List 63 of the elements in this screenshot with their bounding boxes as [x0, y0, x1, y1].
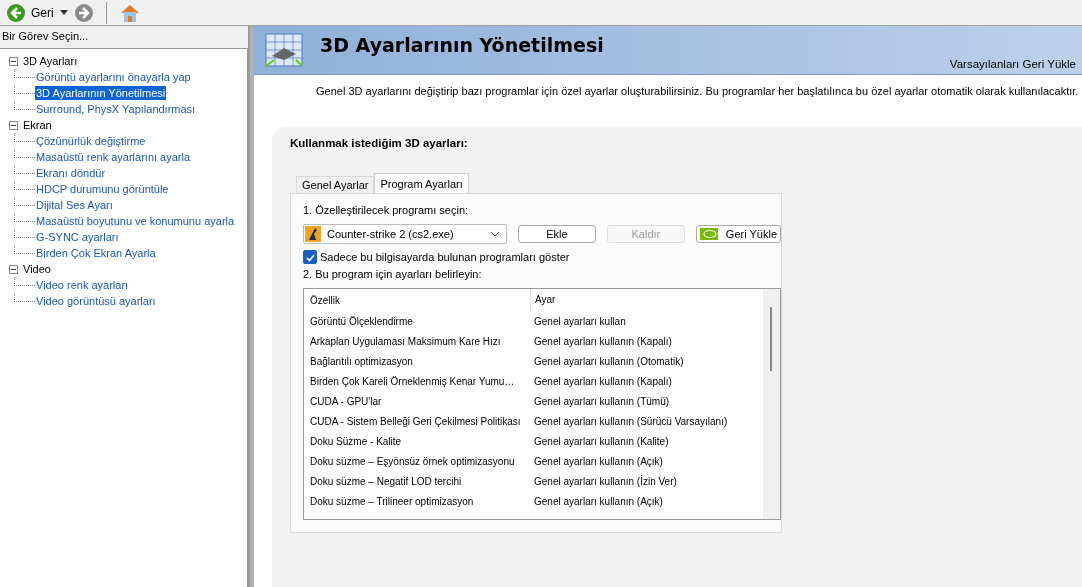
- table-cell[interactable]: Genel ayarları kullanın (Kalite): [530, 435, 669, 447]
- collapse-icon[interactable]: [9, 264, 18, 274]
- table-cell[interactable]: Genel ayarları kullanın (Sürücü Varsayılanı): [530, 415, 728, 427]
- tree-item[interactable]: Ekranı döndür: [35, 166, 107, 180]
- table-cell[interactable]: Bağlantılı optimizasyon: [304, 355, 530, 367]
- action-button[interactable]: Geri Yükle: [695, 225, 781, 243]
- step-label: 2. Bu program için ayarları belirleyin:: [303, 268, 483, 282]
- tree-item[interactable]: Dijital Ses Ayarı: [35, 198, 114, 212]
- table-cell[interactable]: Doku süzme – Negatif LOD tercihi: [304, 475, 530, 487]
- logo-icon: [699, 228, 718, 240]
- table-cell[interactable]: Arkaplan Uygulaması Maksimum Kare Hızı: [304, 335, 530, 347]
- table-cell[interactable]: CUDA - GPU'lar: [304, 395, 530, 407]
- action-button[interactable]: Ekle: [517, 225, 596, 243]
- table-cell[interactable]: Doku süzme – Eşyönsüz örnek optimizasyonu: [304, 455, 530, 467]
- caret-icon[interactable]: [59, 10, 68, 15]
- tree-item[interactable]: Video görüntüsü ayarları: [35, 294, 157, 308]
- checkbox-label[interactable]: Sadece bu bilgisayarda bulunan programları göster: [320, 251, 570, 263]
- table-cell[interactable]: Genel ayarları kullanın (Otomatik): [530, 355, 684, 367]
- tree-item[interactable]: Çözünürlük değiştirme: [35, 134, 147, 148]
- description-text: Genel 3D ayarlarını değiştirip bazı programlar için özel ayarlar oluşturabilirsiniz. Bu programlar her başlatılınca bu özel ayarlar otomatik olarak kullanılacaktır.: [315, 84, 1080, 99]
- panel-title: Kullanmak istediğim 3D ayarları:: [290, 137, 469, 151]
- game-icon: [305, 226, 321, 242]
- forward-icon[interactable]: [73, 2, 94, 23]
- sidebar-title: Bir Görev Seçin...: [1, 29, 90, 44]
- tree-category[interactable]: Video: [23, 263, 51, 275]
- table-cell[interactable]: Görüntü Ölçeklendirme: [304, 315, 530, 327]
- table-cell[interactable]: Genel ayarları kullanın (Açık): [530, 495, 663, 507]
- table-cell[interactable]: CUDA - Sistem Belleği Geri Çekilmesi Politikası: [304, 415, 530, 427]
- column-header[interactable]: Ayar: [530, 289, 556, 311]
- restore-defaults-link[interactable]: Varsayılanları Geri Yükle: [949, 58, 1076, 70]
- cube-icon: [262, 30, 306, 70]
- table-cell[interactable]: Birden Çok Kareli Örneklenmiş Kenar Yumu…: [304, 375, 530, 387]
- tree-item[interactable]: Masaüstü boyutunu ve konumunu ayarla: [35, 214, 236, 228]
- tree-item[interactable]: G-SYNC ayarları: [35, 230, 120, 244]
- table-cell[interactable]: Genel ayarları kullanın (Açık): [530, 455, 663, 467]
- tree-item[interactable]: Video renk ayarları: [35, 278, 130, 292]
- table-cell[interactable]: Genel ayarları kullanın (İzin Ver): [530, 475, 677, 487]
- tree-item[interactable]: HDCP durumunu görüntüle: [35, 182, 170, 196]
- step-label: 1. Özelleştirilecek programı seçin:: [303, 204, 470, 218]
- chevron-icon: [489, 231, 500, 237]
- collapse-icon[interactable]: [9, 56, 18, 66]
- tree-item[interactable]: Masaüstü renk ayarlarını ayarla: [35, 150, 192, 164]
- table-cell[interactable]: Genel ayarları kullanın (Tümü): [530, 395, 670, 407]
- tree-category[interactable]: 3D Ayarları: [23, 55, 78, 67]
- column-header[interactable]: Özellik: [304, 294, 530, 306]
- table-cell[interactable]: Doku süzme – Trilineer optimizasyon: [304, 495, 530, 507]
- table-cell[interactable]: Genel ayarları kullanın (Kapalı): [530, 375, 672, 387]
- table-cell[interactable]: Genel ayarları kullan: [530, 315, 626, 327]
- tab[interactable]: Program Ayarları: [374, 173, 469, 193]
- table-cell[interactable]: Doku Süzme - Kalite: [304, 435, 530, 447]
- tree-item[interactable]: Görüntü ayarlarını önayarla yap: [35, 70, 192, 84]
- table-cell[interactable]: Genel ayarları kullanın (Kapalı): [530, 335, 672, 347]
- checkbox[interactable]: [303, 250, 317, 264]
- scrollbar[interactable]: [763, 289, 780, 519]
- tree-item[interactable]: Birden Çok Ekran Ayarla: [35, 246, 157, 260]
- tab[interactable]: Genel Ayarlar: [296, 176, 375, 193]
- program-dropdown[interactable]: Counter-strike 2 (cs2.exe): [303, 224, 507, 244]
- tree-item[interactable]: Surround, PhysX Yapılandırması: [35, 102, 197, 116]
- tree-category[interactable]: Ekran: [23, 119, 52, 131]
- back-button[interactable]: Geri: [6, 2, 54, 23]
- page-title: 3D Ayarlarının Yönetilmesi: [320, 34, 604, 56]
- collapse-icon[interactable]: [9, 120, 18, 130]
- tree-item[interactable]: 3D Ayarlarının Yönetilmesi: [35, 86, 167, 100]
